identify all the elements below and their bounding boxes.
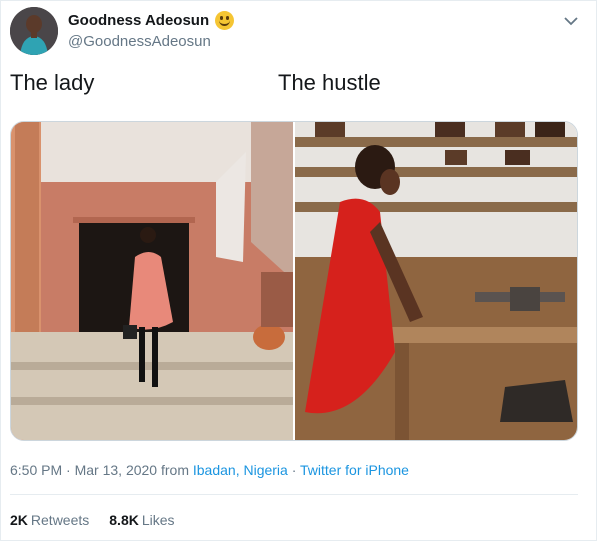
retweets-label: Retweets (30, 512, 90, 528)
author-name-row[interactable]: Goodness Adeosun (68, 11, 235, 30)
likes-label: Likes (141, 512, 175, 528)
tweet-date[interactable]: Mar 13, 2020 (75, 462, 158, 478)
tweet-location-link[interactable]: Ibadan, Nigeria (193, 462, 288, 478)
retweets-stat[interactable]: 2K Retweets (10, 512, 89, 528)
photo-the-lady[interactable] (11, 122, 293, 440)
smiling-face-icon (215, 11, 235, 30)
media-grid (10, 121, 578, 441)
tweet-text-left: The lady (10, 70, 95, 95)
photo-the-hustle[interactable] (295, 122, 577, 440)
tweet-stats: 2K Retweets 8.8K Likes (10, 512, 175, 528)
tweet-meta: 6:50 PM · Mar 13, 2020 from Ibadan, Nige… (10, 462, 409, 478)
retweets-count: 2K (10, 512, 28, 528)
tweet-text-right: The hustle (278, 70, 381, 95)
display-name[interactable]: Goodness Adeosun (68, 12, 209, 29)
meta-from-word: from (160, 462, 189, 478)
likes-count: 8.8K (109, 512, 139, 528)
meta-separator: · (291, 462, 297, 478)
avatar[interactable] (10, 7, 58, 55)
user-handle[interactable]: @GoodnessAdeosun (68, 33, 211, 50)
divider (10, 494, 578, 495)
tweet-source-link[interactable]: Twitter for iPhone (300, 462, 409, 478)
meta-separator: · (66, 462, 71, 478)
chevron-down-icon[interactable] (561, 11, 581, 31)
tweet-time[interactable]: 6:50 PM (10, 462, 62, 478)
likes-stat[interactable]: 8.8K Likes (109, 512, 174, 528)
